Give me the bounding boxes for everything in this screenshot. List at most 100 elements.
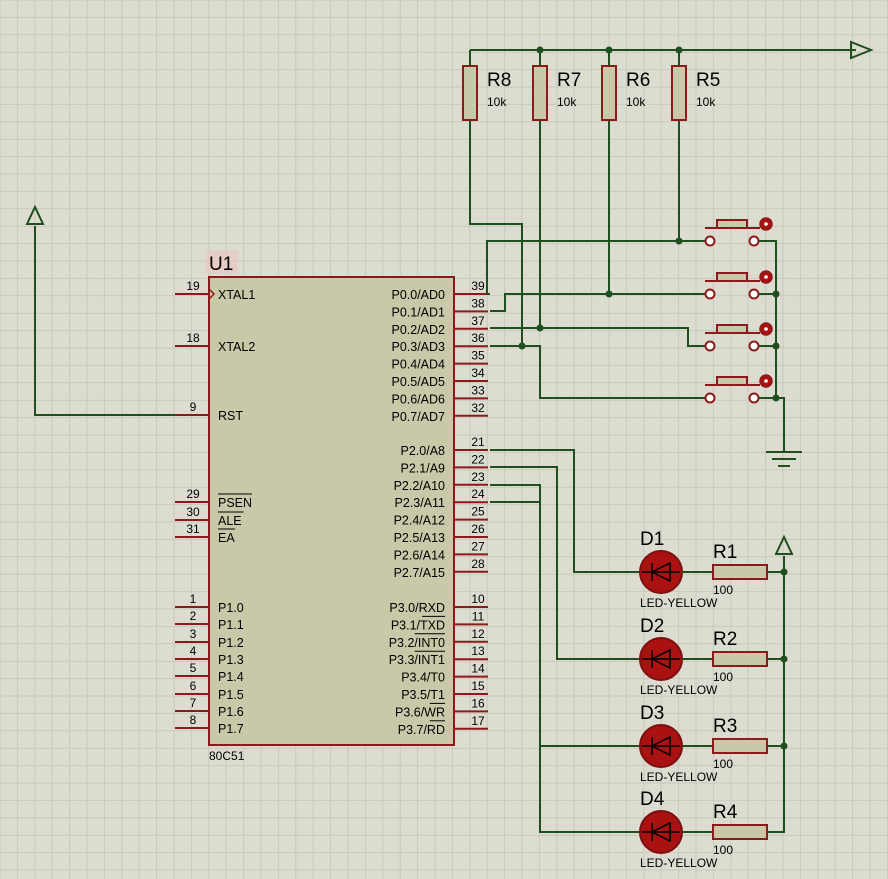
pin-number: 36 bbox=[471, 331, 485, 345]
junction-dot bbox=[772, 342, 780, 350]
pin-label: P2.6/A14 bbox=[394, 548, 445, 562]
pin-number: 39 bbox=[471, 279, 485, 293]
r5-btn1-wire bbox=[678, 120, 710, 242]
pin-number: 27 bbox=[471, 539, 485, 553]
pin-label: PSEN bbox=[218, 496, 252, 510]
resistor-value: 100 bbox=[713, 757, 733, 771]
led-type: LED-YELLOW bbox=[640, 856, 718, 870]
pin-number: 35 bbox=[471, 349, 485, 363]
pin-number: 28 bbox=[471, 557, 485, 571]
pin-label: ALE bbox=[218, 514, 242, 528]
btn1-gnd-wire bbox=[754, 240, 777, 294]
junction-dot bbox=[780, 655, 788, 663]
pin-label: P1.7 bbox=[218, 722, 244, 736]
pin-label: P2.0/A8 bbox=[401, 444, 446, 458]
r6-btn2-wire bbox=[608, 120, 710, 295]
resistor-ref: R4 bbox=[713, 802, 738, 823]
pin-label: P1.5 bbox=[218, 688, 244, 702]
led-type: LED-YELLOW bbox=[640, 770, 718, 784]
pin-number: 34 bbox=[471, 366, 485, 380]
junction-dot bbox=[536, 324, 544, 332]
mcu-ref: U1 bbox=[209, 254, 233, 275]
pin-number: 32 bbox=[471, 401, 485, 415]
led-ref: D1 bbox=[640, 529, 664, 550]
pin-label: P0.0/AD0 bbox=[391, 288, 445, 302]
resistor-ref: R7 bbox=[557, 70, 581, 91]
btn2-gnd-wire bbox=[754, 293, 777, 346]
pin-label: P3.4/T0 bbox=[401, 671, 445, 685]
resistor-ref: R8 bbox=[487, 70, 511, 91]
pin-number: 9 bbox=[190, 400, 197, 414]
pin-number: 10 bbox=[471, 592, 485, 606]
pin-number: 5 bbox=[190, 661, 197, 675]
pin-label: XTAL2 bbox=[218, 340, 255, 354]
schematic-canvas[interactable]: U1 80C51 19XTAL118XTAL29RST29PSEN30ALE31… bbox=[0, 0, 888, 879]
btn3-gnd-wire bbox=[754, 345, 777, 398]
resistor-value: 10k bbox=[557, 95, 577, 109]
resistor-value: 10k bbox=[487, 95, 507, 109]
junction-dot bbox=[536, 46, 544, 54]
pin-number: 8 bbox=[190, 713, 197, 727]
led-icon[interactable] bbox=[639, 550, 683, 594]
resistor-ref: R1 bbox=[713, 542, 737, 563]
resistor-value: 10k bbox=[626, 95, 646, 109]
resistor-value: 100 bbox=[713, 583, 733, 597]
pin-label: P1.1 bbox=[218, 618, 244, 632]
resistor-value: 100 bbox=[713, 843, 733, 857]
resistor-ref: R5 bbox=[696, 70, 720, 91]
junction-dot bbox=[605, 46, 613, 54]
resistor-value: 100 bbox=[713, 670, 733, 684]
led-ref: D2 bbox=[640, 616, 664, 637]
pin-label: P2.3/A11 bbox=[394, 496, 445, 510]
led-icon[interactable] bbox=[639, 724, 683, 768]
pin-number: 11 bbox=[472, 609, 485, 623]
pin-number: 3 bbox=[190, 627, 197, 641]
pin-number: 18 bbox=[186, 331, 200, 345]
pin-number: 29 bbox=[186, 487, 200, 501]
pin-number: 21 bbox=[471, 435, 485, 449]
pin-number: 23 bbox=[471, 470, 485, 484]
ground-icon[interactable] bbox=[766, 444, 802, 467]
led-type: LED-YELLOW bbox=[640, 596, 718, 610]
pin-label: P0.4/AD4 bbox=[391, 358, 445, 372]
pin-label: P3.1/TXD bbox=[391, 618, 445, 632]
pin-number: 6 bbox=[190, 679, 197, 693]
mcu-part: 80C51 bbox=[209, 749, 245, 763]
pin-label: P2.7/A15 bbox=[394, 566, 445, 580]
led-resistor[interactable] bbox=[712, 824, 768, 840]
pin-number: 1 bbox=[190, 592, 197, 606]
led-ref: D4 bbox=[640, 789, 665, 810]
pin-label: P0.3/AD3 bbox=[391, 340, 445, 354]
resistor-ref: R6 bbox=[626, 70, 650, 91]
pin-label: EA bbox=[218, 531, 235, 545]
pin-label: P3.6/WR bbox=[395, 705, 445, 719]
pin-label: P1.3 bbox=[218, 653, 244, 667]
led-type: LED-YELLOW bbox=[640, 683, 718, 697]
pin-label: P2.2/A10 bbox=[394, 479, 445, 493]
pin-label: P1.2 bbox=[218, 636, 244, 650]
led-resistor[interactable] bbox=[712, 738, 768, 754]
led-ref: D3 bbox=[640, 703, 664, 724]
pin-number: 12 bbox=[471, 627, 485, 641]
pin-number: 37 bbox=[471, 314, 485, 328]
pin-label: XTAL1 bbox=[218, 288, 255, 302]
junction-dot bbox=[780, 742, 788, 750]
led-resistor[interactable] bbox=[712, 564, 768, 580]
led-resistor[interactable] bbox=[712, 651, 768, 667]
btn4-gnd-wire bbox=[754, 397, 785, 444]
led-icon[interactable] bbox=[639, 637, 683, 681]
pin-number: 33 bbox=[471, 383, 485, 397]
led-icon[interactable] bbox=[639, 810, 683, 854]
pin-label: P1.0 bbox=[218, 601, 244, 615]
pin-number: 15 bbox=[471, 679, 485, 693]
btn4-net-wire bbox=[522, 345, 710, 399]
resistor-value: 10k bbox=[696, 95, 716, 109]
junction-dot bbox=[772, 290, 780, 298]
pin-number: 38 bbox=[471, 296, 485, 310]
pin-label: P0.2/AD2 bbox=[391, 323, 445, 337]
pin-number: 31 bbox=[186, 522, 200, 536]
pin-label: P2.5/A13 bbox=[394, 531, 445, 545]
pin-label: P0.6/AD6 bbox=[391, 392, 445, 406]
pin-number: 4 bbox=[190, 644, 197, 658]
junction-dot bbox=[605, 290, 613, 298]
